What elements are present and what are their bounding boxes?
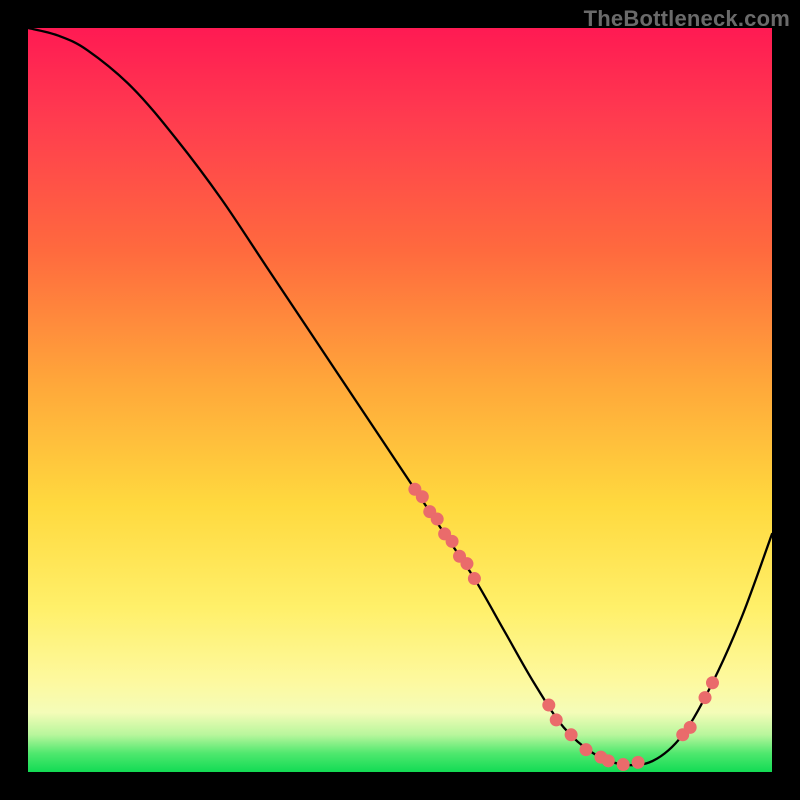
scatter-dot	[706, 676, 719, 689]
scatter-dot	[565, 728, 578, 741]
plot-area	[28, 28, 772, 772]
scatter-dot	[632, 756, 645, 769]
scatter-dot	[550, 713, 563, 726]
scatter-dot	[580, 743, 593, 756]
bottleneck-curve	[28, 28, 772, 765]
scatter-dot	[699, 691, 712, 704]
scatter-dot	[446, 535, 459, 548]
scatter-dot	[684, 721, 697, 734]
curve-svg	[28, 28, 772, 772]
scatter-dot	[542, 699, 555, 712]
scatter-dot	[617, 758, 630, 771]
scatter-dot	[468, 572, 481, 585]
scatter-dot	[602, 754, 615, 767]
watermark-text: TheBottleneck.com	[584, 6, 790, 32]
scatter-dot	[460, 557, 473, 570]
scatter-dot	[416, 490, 429, 503]
chart-container: TheBottleneck.com	[0, 0, 800, 800]
scatter-dot	[431, 513, 444, 526]
